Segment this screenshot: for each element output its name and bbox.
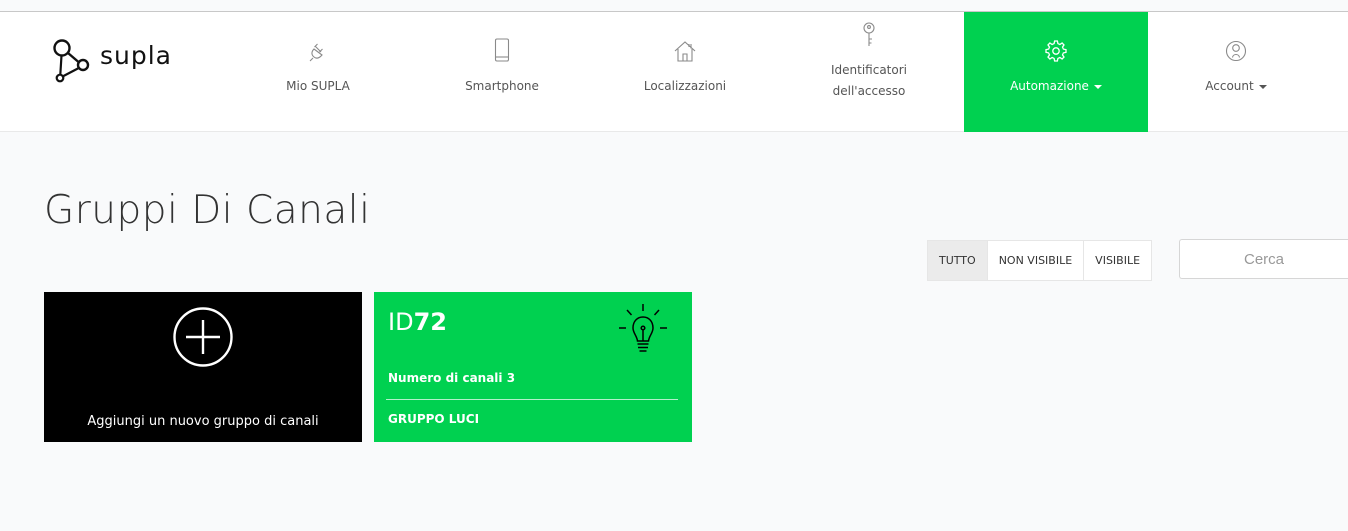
nav-label: Localizzazioni	[643, 79, 727, 93]
caret-down-icon	[1258, 84, 1267, 89]
nav-item-account[interactable]: Account	[1172, 12, 1300, 132]
nav-label: Mio SUPLA	[286, 79, 350, 93]
filter-non-visibile-button[interactable]: NON VISIBILE	[988, 241, 1085, 280]
group-divider	[386, 399, 678, 400]
nav-item-mio-supla[interactable]: Mio SUPLA	[254, 12, 382, 132]
nav-label-text: Account	[1205, 79, 1254, 93]
nav-item-automazione[interactable]: Automazione	[964, 12, 1148, 132]
visibility-filter: TUTTO NON VISIBILE VISIBILE	[927, 240, 1153, 281]
filter-visibile-button[interactable]: VISIBILE	[1084, 241, 1151, 280]
nav-item-localizzazioni[interactable]: Localizzazioni	[621, 12, 749, 132]
search-input[interactable]	[1179, 239, 1348, 279]
nav-label: Smartphone	[465, 79, 539, 93]
page-title: Gruppi Di Canali	[44, 188, 371, 233]
nav-label-line: Identificatori	[830, 63, 907, 77]
filter-tutto-button[interactable]: TUTTO	[928, 241, 988, 280]
supla-logo-icon	[53, 39, 90, 83]
group-id-prefix: ID	[388, 308, 414, 336]
add-channel-group-tile[interactable]: Aggiungi un nuovo gruppo di canali	[44, 292, 362, 442]
brand-name: supla	[100, 40, 173, 70]
nav-label-text: Automazione	[1010, 79, 1089, 93]
top-navbar: supla Mio SUPLA Smartphone Localizzazion…	[0, 12, 1348, 132]
group-channel-count: Numero di canali 3	[388, 371, 516, 385]
nav-label: Account	[1205, 76, 1267, 97]
brand-logo[interactable]: supla	[52, 38, 172, 86]
nav-item-smartphone[interactable]: Smartphone	[438, 12, 566, 132]
group-id-number: 72	[413, 308, 447, 336]
home-icon	[673, 40, 697, 62]
nav-label: Identificatori dell'accesso	[831, 60, 907, 102]
channel-group-tile[interactable]: ID72 Numero di canali 3 GRUPPO LUCI	[374, 292, 692, 442]
add-tile-label: Aggiungi un nuovo gruppo di canali	[87, 414, 319, 429]
key-icon	[861, 22, 877, 48]
add-circle-icon	[173, 307, 233, 367]
gear-icon	[1045, 40, 1067, 62]
lightbulb-icon	[619, 304, 667, 352]
nav-item-identificatori[interactable]: Identificatori dell'accesso	[805, 12, 933, 132]
user-icon	[1225, 40, 1247, 62]
group-caption: GRUPPO LUCI	[388, 412, 480, 426]
caret-down-icon	[1093, 84, 1102, 89]
smartphone-icon	[494, 38, 510, 62]
plug-icon	[307, 40, 329, 62]
group-id: ID72	[388, 308, 447, 336]
nav-label-line: dell'accesso	[832, 84, 906, 98]
nav-label: Automazione	[1010, 76, 1102, 97]
